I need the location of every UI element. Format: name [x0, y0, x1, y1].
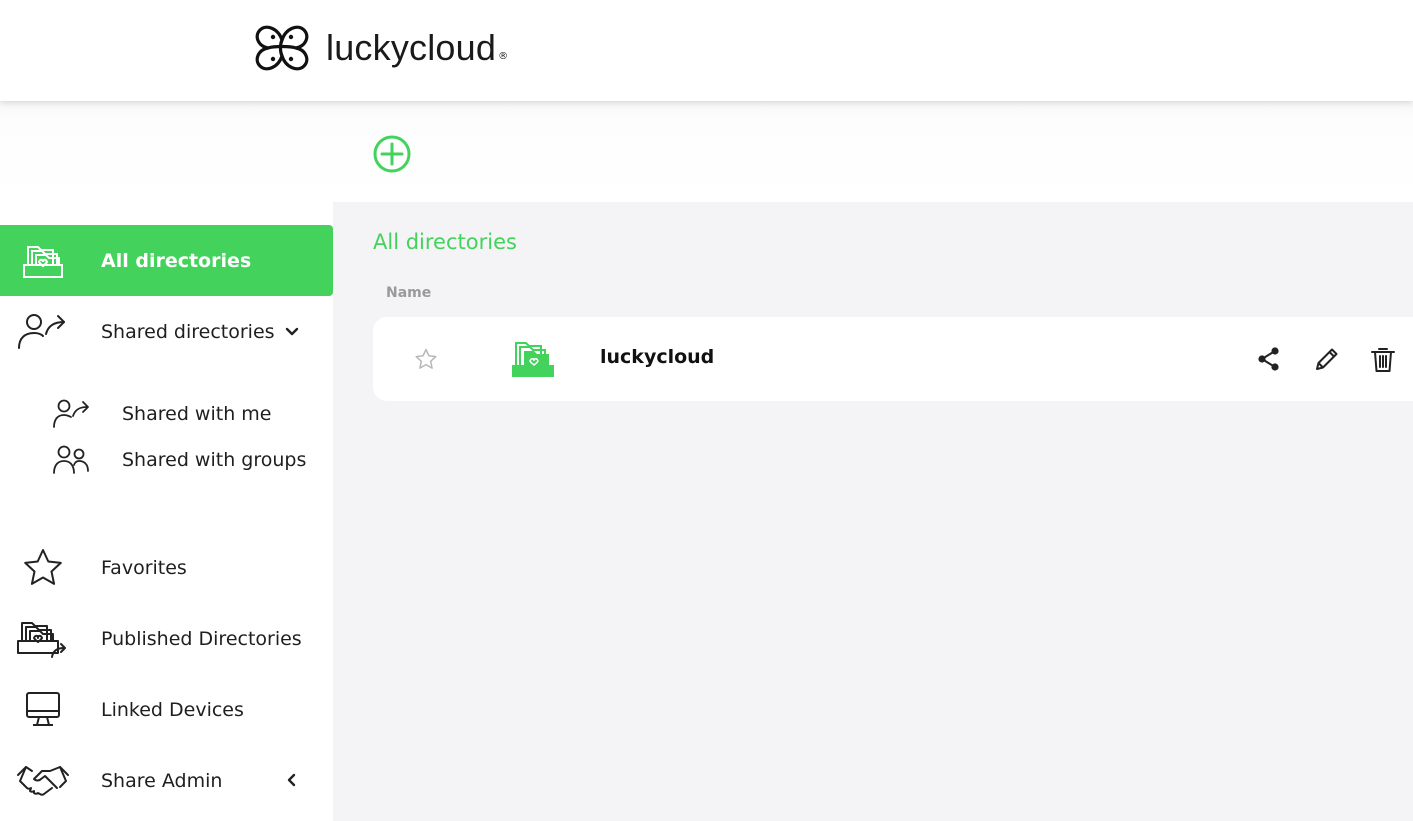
star-icon [16, 546, 70, 590]
brand-name: luckycloud [326, 27, 497, 68]
page-title: All directories [373, 230, 517, 254]
sidebar-item-label: Shared with groups [122, 449, 307, 471]
sidebar-item-shared-with-groups[interactable]: Shared with groups [0, 440, 333, 480]
sidebar-item-label: Linked Devices [101, 698, 244, 721]
share-icon[interactable] [1254, 344, 1284, 374]
brand-registered-mark: ® [498, 50, 509, 62]
sidebar-item-label: All directories [101, 249, 252, 272]
sidebar: All directories Shared directories Share… [0, 202, 333, 821]
trash-icon[interactable] [1368, 344, 1398, 374]
user-share-icon [53, 399, 89, 428]
folder-publish-icon [16, 617, 70, 661]
sidebar-item-label: Share Admin [101, 769, 223, 792]
sidebar-item-label: Shared with me [122, 403, 272, 425]
sidebar-item-linked-devices[interactable]: Linked Devices [0, 674, 333, 745]
pencil-icon[interactable] [1312, 344, 1342, 374]
luckycloud-logo-icon [255, 25, 309, 71]
user-share-icon [16, 310, 70, 354]
folder-stack-icon [16, 239, 70, 283]
sidebar-item-share-admin[interactable]: Share Admin [0, 745, 333, 816]
sidebar-item-published-directories[interactable]: Published Directories [0, 603, 333, 674]
star-icon[interactable] [414, 347, 438, 371]
users-group-icon [53, 445, 89, 474]
folder-icon [512, 342, 554, 377]
add-directory-button[interactable] [372, 134, 412, 174]
monitor-icon [16, 688, 70, 732]
main-content: All directories Name luckycloud [333, 202, 1413, 821]
top-bar: luckycloud ® [0, 0, 1413, 101]
column-header-name[interactable]: Name [386, 285, 431, 301]
chevron-left-icon[interactable] [282, 770, 302, 790]
chevron-down-icon[interactable] [282, 321, 302, 341]
brand-logo[interactable]: luckycloud ® [252, 18, 508, 78]
directory-name[interactable]: luckycloud [600, 346, 714, 368]
sidebar-item-label: Favorites [101, 556, 187, 579]
action-bar [0, 101, 1413, 202]
sidebar-item-all-directories[interactable]: All directories [0, 225, 333, 296]
sidebar-item-shared-directories[interactable]: Shared directories [0, 296, 333, 367]
sidebar-item-favorites[interactable]: Favorites [0, 532, 333, 603]
sidebar-item-shared-with-me[interactable]: Shared with me [0, 394, 333, 434]
sidebar-item-label: Shared directories [101, 320, 275, 343]
sidebar-item-label: Published Directories [101, 627, 302, 650]
handshake-icon [16, 759, 70, 803]
directory-row[interactable]: luckycloud [373, 317, 1413, 401]
